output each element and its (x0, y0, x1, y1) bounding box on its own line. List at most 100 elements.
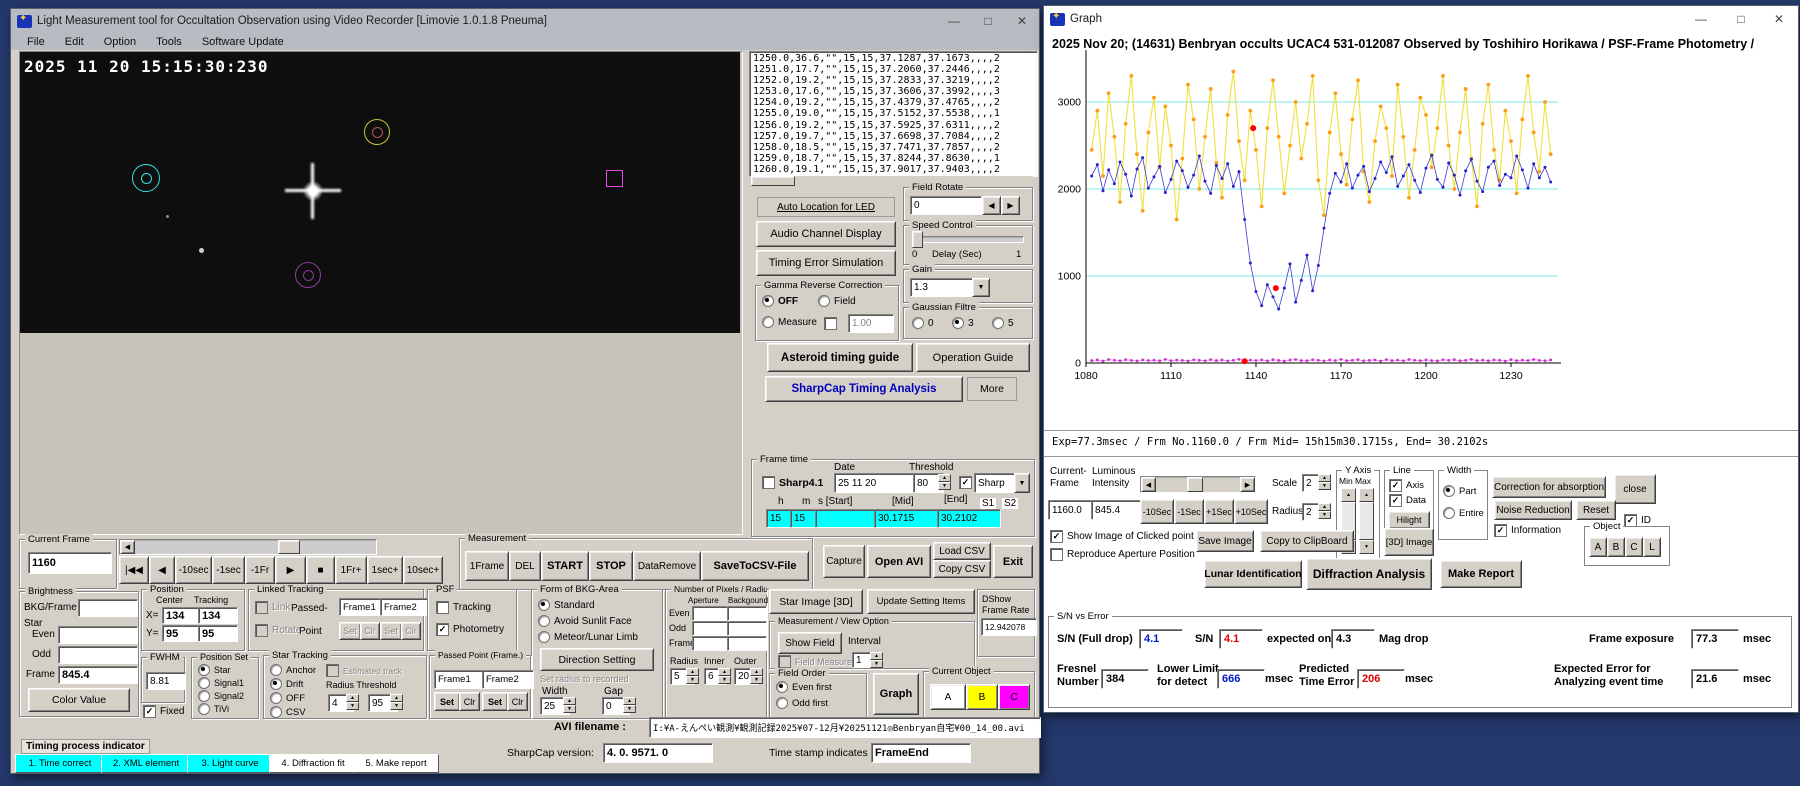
operation-guide-button[interactable]: Operation Guide (916, 343, 1030, 372)
object-a-button[interactable]: A (930, 684, 966, 710)
asteroid-timing-guide-button[interactable]: Asteroid timing guide (767, 343, 913, 372)
capture-button[interactable]: Capture (823, 545, 865, 578)
save-to-csv-button[interactable]: SaveToCSV-File (701, 551, 809, 581)
graph-object-a-button[interactable]: A (1589, 537, 1607, 557)
radius-threshold-spinner[interactable]: ▲ ▼ (346, 694, 359, 710)
graph-object-b-button[interactable]: B (1607, 537, 1625, 557)
gaussian-0-radio[interactable]: 0 (912, 317, 934, 329)
passed-clr1-button[interactable]: Clr (459, 692, 480, 711)
step-light-curve[interactable]: 3. Light curve (187, 754, 273, 773)
speed-slider-thumb[interactable] (912, 231, 923, 248)
pixels-frame-aperture[interactable] (692, 636, 732, 651)
graph-frame-slider[interactable]: ◀ ▶ (1140, 476, 1256, 493)
step-time-correct[interactable]: 1. Time correct (15, 754, 105, 773)
gamma-off-radio[interactable]: OFF (762, 295, 798, 307)
pos-y2-field[interactable]: 95 (198, 625, 238, 642)
gamma-value-field[interactable]: 1.00 (848, 314, 894, 333)
time-end-field[interactable]: 30.2102 (937, 509, 1001, 528)
speed-slider[interactable] (912, 236, 1024, 243)
video-frame[interactable]: 2025 11 20 15:15:30:230 (20, 52, 740, 333)
gaussian-5-radio[interactable]: 5 (992, 317, 1014, 329)
link-checkbox[interactable]: Link (255, 601, 290, 614)
frame-slider[interactable]: ◀ (119, 539, 377, 555)
date-field[interactable]: 25 11 20 (834, 473, 916, 493)
bkg-meteor-radio[interactable]: Meteor/Lunar Limb (538, 631, 638, 643)
aperture-ring-purple[interactable] (295, 262, 321, 288)
minus-1sec-button[interactable]: -1sec (212, 556, 245, 584)
pos-y1-field[interactable]: 95 (162, 625, 202, 642)
del-button[interactable]: DEL (509, 551, 541, 581)
linked-clr2-button[interactable]: Clr (401, 622, 421, 640)
show-field-button[interactable]: Show Field (778, 632, 842, 654)
slider-left-icon[interactable]: ◀ (1141, 477, 1156, 492)
sharp-combo-dropdown-icon[interactable]: ▼ (1014, 473, 1030, 493)
reproduce-aperture-checkbox[interactable]: Reproduce Aperture Position (1050, 548, 1195, 561)
scale-spinner[interactable]: ▲ ▼ (1318, 474, 1331, 490)
pixels-even-aperture[interactable] (692, 606, 732, 621)
off-radio[interactable]: OFF (270, 692, 305, 704)
load-csv-button[interactable]: Load CSV (933, 542, 991, 560)
rewind-button[interactable]: |◀◀ (119, 556, 149, 584)
time-mid-field[interactable]: 30.1715 (874, 509, 938, 528)
radius-spinner[interactable]: ▲ ▼ (686, 668, 699, 684)
gain-dropdown-icon[interactable]: ▼ (972, 278, 990, 297)
gamma-measure-radio[interactable]: Measure (762, 316, 817, 328)
play-reverse-button[interactable]: ◀ (149, 556, 175, 584)
luminous-intensity-field[interactable]: 845.4 (1091, 500, 1143, 520)
pixels-frame-bkg[interactable] (727, 636, 767, 651)
data-remove-button[interactable]: DataRemove (633, 551, 701, 581)
start-button[interactable]: START (541, 551, 589, 581)
noise-reduction-button[interactable]: Noise Reduction (1494, 500, 1572, 520)
bkg-width-spinner[interactable]: ▲ ▼ (563, 697, 576, 713)
save-image-button[interactable]: Save Image (1196, 530, 1254, 552)
graph-object-c-button[interactable]: C (1625, 537, 1643, 557)
inner-spinner[interactable]: ▲ ▼ (718, 668, 731, 684)
graph-titlebar[interactable]: Graph — □ ✕ (1044, 6, 1798, 32)
minus-10sec-button[interactable]: -10sec (175, 556, 212, 584)
plus-10sec-button[interactable]: 10sec+ (403, 556, 443, 584)
timestamp-indicates-field[interactable]: FrameEnd (871, 743, 971, 763)
update-setting-items-button[interactable]: Update Setting Items (867, 589, 975, 614)
close-graph-button[interactable]: close (1614, 474, 1656, 504)
close-icon[interactable]: ✕ (1005, 9, 1039, 33)
direction-setting-button[interactable]: Direction Setting (540, 648, 654, 671)
passed-frame1-field[interactable]: Frame1 (434, 670, 486, 689)
linked-clr1-button[interactable]: Clr (360, 622, 380, 640)
graph-object-l-button[interactable]: L (1643, 537, 1661, 557)
aperture-ring-yellow[interactable] (364, 119, 390, 145)
object-b-button[interactable]: B (966, 684, 998, 710)
posset-tivi-radio[interactable]: TiVi (198, 703, 229, 715)
exit-button[interactable]: Exit (993, 545, 1033, 578)
more-button[interactable]: More (967, 377, 1017, 401)
show-image-clicked-checkbox[interactable]: Show Image of Clicked point (1050, 530, 1194, 543)
posset-star-radio[interactable]: Star (198, 664, 231, 676)
linked-set1-button[interactable]: Set (339, 622, 361, 640)
audio-channel-display-button[interactable]: Audio Channel Display (756, 221, 896, 247)
passed-clr2-button[interactable]: Clr (507, 692, 528, 711)
measurement-data-list[interactable]: 1250.0,36.6,"",15,15,37.1287,37.1673,,,,… (749, 51, 1038, 177)
y-max-scrollbar[interactable]: ▲ ▼ (1359, 488, 1374, 554)
frame-slider-left-icon[interactable]: ◀ (120, 540, 135, 554)
copy-csv-button[interactable]: Copy CSV (933, 560, 991, 578)
graph-minimize-icon[interactable]: — (1684, 6, 1718, 32)
passed-set1-button[interactable]: Set (434, 692, 460, 711)
field-rotate-right-icon[interactable]: ▶ (1001, 196, 1020, 215)
star-image-3d-button[interactable]: Star Image [3D] (769, 589, 863, 614)
field-rotate-field[interactable]: 0 (910, 196, 982, 215)
graph-button[interactable]: Graph (873, 673, 919, 715)
light-curve-plot[interactable]: 0 1000 2000 3000 1080 1110 1140 1170 1200 1230 (1044, 34, 1798, 406)
field-rotate-left-icon[interactable]: ◀ (982, 196, 1001, 215)
bkg-standard-radio[interactable]: Standard (538, 599, 595, 611)
pixels-even-bkg[interactable] (727, 606, 767, 621)
line-data-checkbox[interactable]: Data (1389, 494, 1426, 507)
list-hscrollbar[interactable] (749, 176, 1033, 186)
3d-image-button[interactable]: [3D] Image (1384, 528, 1434, 556)
plus-1sec-button[interactable]: 1sec+ (367, 556, 403, 584)
graph-slider-thumb[interactable] (1187, 477, 1203, 492)
interval-spinner[interactable]: ▲ ▼ (870, 652, 883, 668)
color-value-button[interactable]: Color Value (28, 688, 130, 712)
linked-frame2-field[interactable]: Frame2 (380, 598, 428, 616)
width-part-radio[interactable]: Part (1443, 485, 1476, 497)
estimated-track-checkbox[interactable]: Estimated track (326, 664, 402, 677)
maximize-icon[interactable]: □ (971, 9, 1005, 33)
